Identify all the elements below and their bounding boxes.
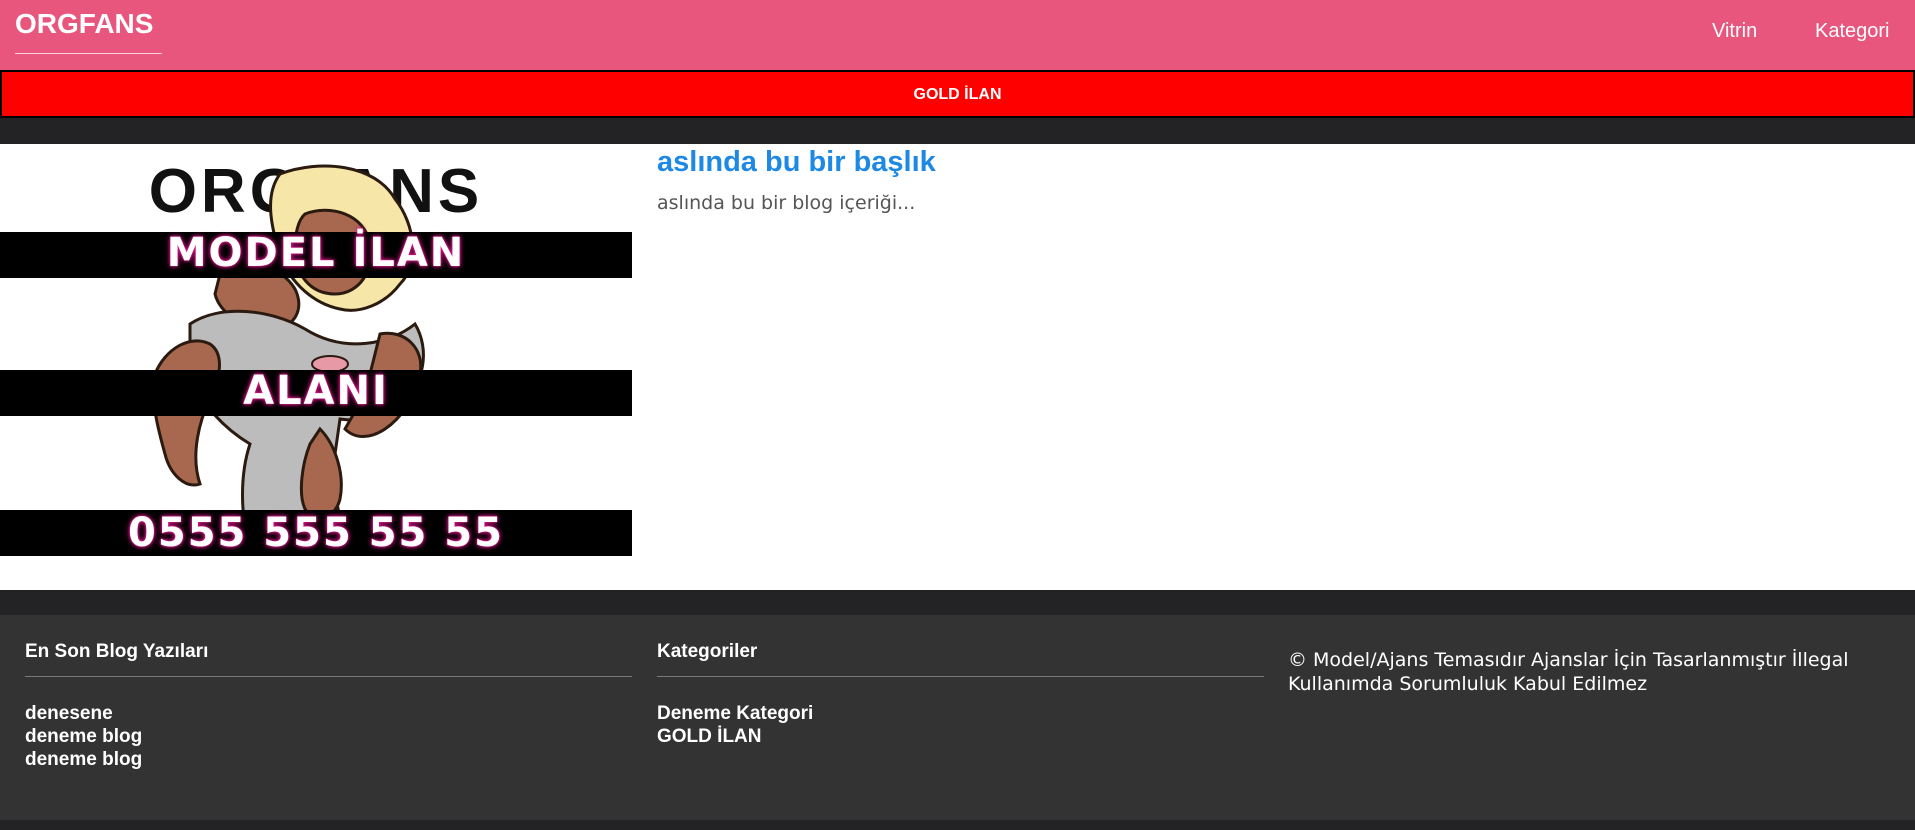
latest-post-link[interactable]: deneme blog: [25, 749, 142, 770]
list-item[interactable]: GOLD İLAN: [657, 725, 813, 748]
top-navbar: ORGFANS Vitrin Kategori: [0, 0, 1915, 70]
list-item[interactable]: Deneme Kategori: [657, 702, 813, 725]
nav-link-vitrin[interactable]: Vitrin: [1712, 19, 1757, 43]
footer-latest-heading: En Son Blog Yazıları: [25, 641, 209, 662]
promo-image[interactable]: ORGFANS MODEL İLAN ALANI 0555 555 55 55: [0, 150, 632, 570]
category-link[interactable]: GOLD İLAN: [657, 726, 762, 747]
promo-line-alani: ALANI: [243, 368, 389, 414]
list-item[interactable]: deneme blog: [25, 748, 142, 771]
post-title-link[interactable]: aslında bu bir başlık: [657, 144, 936, 180]
latest-post-link[interactable]: denesene: [25, 703, 113, 724]
blog-post-section: ORGFANS MODEL İLAN ALANI 0555 555 55 55 …: [0, 144, 1915, 590]
footer-categories-heading: Kategoriler: [657, 641, 758, 662]
brand-underline: [15, 53, 162, 54]
nav-link-kategori[interactable]: Kategori: [1815, 19, 1890, 43]
footer-divider: [25, 676, 632, 677]
gold-listing-banner[interactable]: GOLD İLAN: [0, 70, 1915, 118]
post-excerpt: aslında bu bir blog içeriği...: [657, 192, 916, 214]
gold-banner-label: GOLD İLAN: [913, 86, 1002, 103]
categories-list: Deneme Kategori GOLD İLAN: [657, 702, 813, 748]
site-footer: En Son Blog Yazıları denesene deneme blo…: [0, 615, 1915, 820]
category-link[interactable]: Deneme Kategori: [657, 703, 813, 724]
brand-logo-link[interactable]: ORGFANS: [15, 8, 153, 40]
latest-posts-list: denesene deneme blog deneme blog: [25, 702, 142, 771]
latest-post-link[interactable]: deneme blog: [25, 726, 142, 747]
model-illustration: [151, 164, 425, 551]
promo-phone-number: 0555 555 55 55: [128, 510, 504, 556]
footer-divider: [657, 676, 1264, 677]
copyright-text: © Model/Ajans Temasıdır Ajanslar İçin Ta…: [1288, 649, 1849, 695]
promo-line-model-ilan: MODEL İLAN: [166, 230, 466, 276]
list-item[interactable]: deneme blog: [25, 725, 142, 748]
list-item[interactable]: denesene: [25, 702, 142, 725]
